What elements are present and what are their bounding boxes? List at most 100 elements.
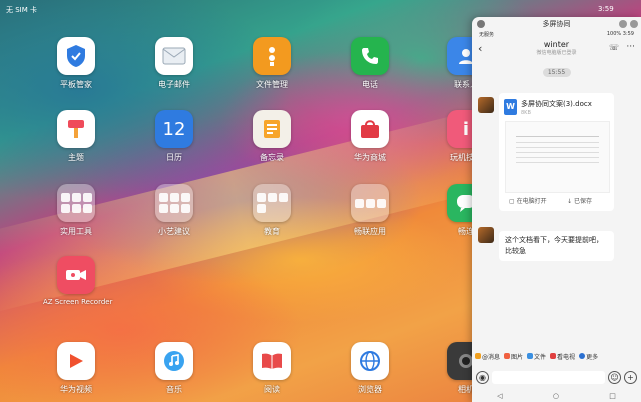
phone-status-bar: 无服务 100% 3:59 [472, 31, 641, 40]
status-carrier: 无 SIM 卡 [6, 6, 37, 14]
folder-suggestions[interactable]: 小艺建议 [144, 184, 204, 237]
music-note-icon [155, 342, 193, 380]
folder-icon [155, 184, 193, 222]
app-label: AZ Screen Recorder [43, 298, 113, 306]
app-calendar[interactable]: 12 日历 [144, 110, 204, 163]
folder-icon [253, 184, 291, 222]
nav-recents-icon[interactable]: □ [609, 392, 616, 400]
app-label: 日历 [166, 153, 182, 162]
window-menu-icon[interactable] [477, 20, 485, 28]
quick-action-mention[interactable]: @消息 [475, 352, 500, 361]
avatar[interactable] [478, 227, 494, 243]
folder-icon [57, 184, 95, 222]
quick-action-label: 图片 [511, 353, 524, 361]
app-label: 文件管理 [256, 80, 288, 89]
app-label: 音乐 [166, 385, 182, 394]
shopping-bag-icon [351, 110, 389, 148]
quick-action-label: 更多 [586, 353, 599, 361]
app-phone[interactable]: 电话 [340, 37, 400, 90]
quick-action-label: @消息 [482, 353, 501, 361]
app-label: 浏览器 [358, 385, 382, 394]
emoji-icon[interactable]: ☺ [608, 370, 621, 384]
maximize-icon[interactable] [630, 20, 638, 28]
play-icon [57, 342, 95, 380]
quick-action-label: 文件 [534, 353, 547, 361]
app-label: 小艺建议 [158, 227, 190, 236]
calendar-icon: 12 [155, 110, 193, 148]
window-title: 多屏协同 [542, 20, 571, 28]
dock-music[interactable]: 音乐 [144, 342, 204, 395]
folder-icon [351, 184, 389, 222]
nav-home-icon[interactable]: ○ [553, 392, 559, 400]
phone-status-right: 100% 3:59 [606, 31, 634, 37]
folder-apps[interactable]: 畅联应用 [340, 184, 400, 237]
phone-nav-bar: ◁ ○ □ [472, 390, 641, 402]
window-titlebar[interactable]: 多屏协同 [472, 17, 641, 31]
app-label: 畅联应用 [354, 227, 386, 236]
dock-browser[interactable]: 浏览器 [340, 342, 400, 395]
app-label: 电子邮件 [158, 80, 190, 89]
app-email[interactable]: 电子邮件 [144, 37, 204, 90]
open-on-pc-label: 在电脑打开 [516, 198, 547, 205]
app-tablet-manager[interactable]: 平板管家 [46, 37, 106, 90]
avatar[interactable] [478, 97, 494, 113]
app-notes[interactable]: 备忘录 [242, 110, 302, 163]
chat-input-bar: ◉ ☺ + [472, 366, 641, 388]
call-icon[interactable]: ☏ [609, 43, 619, 52]
text-message[interactable]: 这个文档看下，今天要提前吧，比较急 [499, 231, 614, 261]
dock-reading[interactable]: 阅读 [242, 342, 302, 395]
message-input[interactable] [492, 370, 605, 384]
time-chip: 15:55 [542, 68, 571, 77]
app-label: 华为商城 [354, 153, 386, 162]
app-file-manager[interactable]: 文件管理 [242, 37, 302, 90]
file-name: 多屏协同文案(3).docx [521, 100, 592, 108]
paint-brush-icon [57, 110, 95, 148]
app-label: 电话 [362, 80, 378, 89]
shield-icon [57, 37, 95, 75]
app-themes[interactable]: 主题 [46, 110, 106, 163]
image-icon [504, 353, 511, 359]
quick-actions-bar: @消息 图片 文件 看电视 更多 [472, 350, 641, 362]
saved-status: ↓ 已保存 [567, 198, 592, 205]
word-file-icon: W [504, 99, 517, 115]
globe-icon [351, 342, 389, 380]
status-time: 3:59 [598, 5, 614, 13]
back-icon[interactable]: ‹ [478, 42, 482, 55]
folder-education[interactable]: 教育 [242, 184, 302, 237]
minimize-icon[interactable] [619, 20, 627, 28]
app-label: 备忘录 [260, 153, 284, 162]
folder-tools[interactable]: 实用工具 [46, 184, 106, 237]
add-icon[interactable]: + [624, 370, 637, 384]
multi-screen-window[interactable]: 多屏协同 无服务 100% 3:59 ‹ winter 微信电脑版已登录 ☏ ·… [472, 17, 641, 402]
app-label: 平板管家 [60, 80, 92, 89]
file-size: 8KB [521, 110, 531, 116]
notes-icon [253, 110, 291, 148]
quick-action-label: 看电视 [557, 353, 576, 361]
app-label: 阅读 [264, 385, 280, 394]
quick-action-file[interactable]: 文件 [527, 352, 546, 361]
file-preview [505, 121, 610, 193]
saved-label: 已保存 [573, 198, 592, 205]
app-label: 华为视频 [60, 385, 92, 394]
quick-action-tv[interactable]: 看电视 [550, 352, 575, 361]
more-icon[interactable]: ··· [626, 42, 635, 52]
quick-action-image[interactable]: 图片 [504, 352, 523, 361]
nav-back-icon[interactable]: ◁ [497, 392, 502, 400]
phone-status-left: 无服务 [479, 32, 495, 38]
folder-icon [253, 37, 291, 75]
dock-video[interactable]: 华为视频 [46, 342, 106, 395]
tv-icon [550, 353, 557, 359]
file-icon [527, 353, 534, 359]
at-icon [475, 353, 481, 359]
quick-action-more[interactable]: 更多 [579, 352, 598, 361]
open-on-pc-button[interactable]: ▢ 在电脑打开 [509, 196, 547, 205]
chat-header: ‹ winter 微信电脑版已登录 ☏ ··· [472, 40, 641, 62]
app-vmall[interactable]: 华为商城 [340, 110, 400, 163]
video-camera-icon [57, 256, 95, 294]
voice-icon[interactable]: ◉ [476, 370, 489, 384]
app-az-recorder[interactable]: AZ Screen Recorder [43, 256, 113, 306]
file-message-card[interactable]: W 多屏协同文案(3).docx 8KB ▢ 在电脑打开 ↓ 已保存 [499, 93, 614, 211]
book-icon [253, 342, 291, 380]
app-label: 教育 [264, 227, 280, 236]
app-label: 主题 [68, 153, 84, 162]
